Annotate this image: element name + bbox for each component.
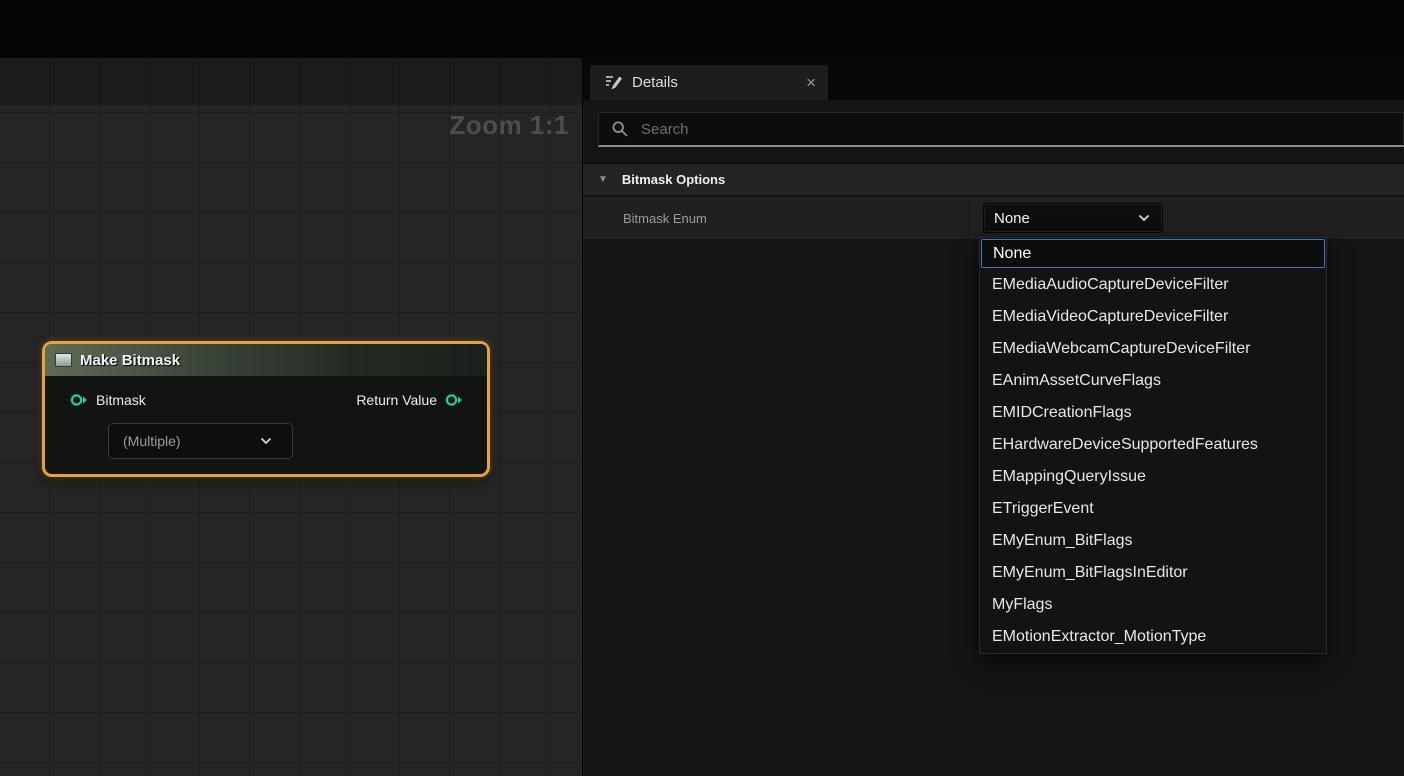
tab-strip: Details × [583,58,1404,100]
dropdown-option[interactable]: ETriggerEvent [980,493,1326,525]
bitmask-enum-label: Bitmask Enum [623,211,707,226]
top-menu-bar [0,0,1404,58]
dropdown-option[interactable]: EMediaAudioCaptureDeviceFilter [980,269,1326,301]
details-icon [604,73,623,92]
search-input[interactable] [641,121,1393,138]
dropdown-option[interactable]: EMIDCreationFlags [980,397,1326,429]
bitmask-input-pin-icon[interactable] [70,393,88,407]
dropdown-option[interactable]: EMyEnum_BitFlags [980,525,1326,557]
dropdown-option[interactable]: None [981,239,1325,268]
node-pin-row: Bitmask Return Value [45,392,487,408]
details-tab-label: Details [632,74,678,91]
zoom-level: Zoom 1:1 [449,110,569,141]
column-divider [968,197,969,239]
dropdown-option[interactable]: EAnimAssetCurveFlags [980,365,1326,397]
dropdown-option[interactable]: EMyEnum_BitFlagsInEditor [980,557,1326,589]
dropdown-option[interactable]: EMappingQueryIssue [980,461,1326,493]
section-title: Bitmask Options [622,172,725,187]
return-value-pin-icon[interactable] [445,393,463,407]
dropdown-option[interactable]: EMediaVideoCaptureDeviceFilter [980,301,1326,333]
make-struct-icon [55,353,72,367]
collapse-arrow-icon[interactable]: ▼ [598,174,608,185]
unreal-editor-window: Zoom 1:1 Make Bitmask Bitmask Return Val… [0,0,1404,776]
chevron-down-icon [260,437,272,445]
section-bitmask-options[interactable]: ▼ Bitmask Options [583,163,1404,196]
dropdown-option[interactable]: EMediaWebcamCaptureDeviceFilter [980,333,1326,365]
dropdown-option[interactable]: MyFlags [980,589,1326,621]
search-bar[interactable] [598,112,1404,147]
make-bitmask-node[interactable]: Make Bitmask Bitmask Return Value [42,341,490,477]
search-icon [611,120,629,138]
node-title: Make Bitmask [80,352,180,369]
bitmask-pin-label: Bitmask [96,392,146,408]
bitmask-value-text: (Multiple) [123,433,181,449]
chevron-down-icon [1138,214,1150,222]
return-value-label: Return Value [356,392,437,408]
bitmask-enum-value: None [994,210,1030,227]
bitmask-enum-dropdown[interactable]: None [983,203,1163,233]
enum-dropdown-menu: None EMediaAudioCaptureDeviceFilter EMed… [979,237,1327,654]
dropdown-option[interactable]: EMotionExtractor_MotionType [980,621,1326,653]
tab-details[interactable]: Details × [590,65,828,100]
blueprint-graph[interactable]: Zoom 1:1 Make Bitmask Bitmask Return Val… [0,58,583,776]
dropdown-option[interactable]: EHardwareDeviceSupportedFeatures [980,429,1326,461]
bitmask-value-dropdown[interactable]: (Multiple) [108,423,293,459]
bitmask-enum-row: Bitmask Enum None [583,197,1404,240]
node-header[interactable]: Make Bitmask [45,344,487,377]
close-icon[interactable]: × [806,74,816,91]
graph-top-shade [0,58,582,105]
